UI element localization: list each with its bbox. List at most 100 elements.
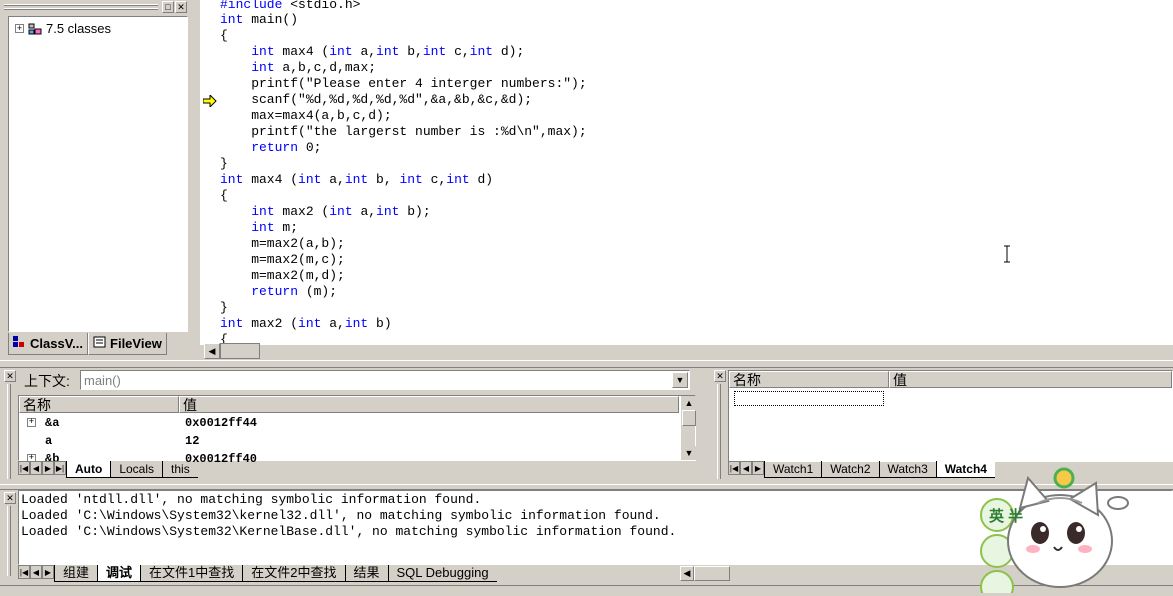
variable-name: &a — [45, 416, 60, 430]
code-line: int max4 (int a,int b,int c,int d); — [251, 44, 525, 59]
tree-item-classes[interactable]: + 7.5 classes — [15, 21, 111, 36]
tab-classview[interactable]: ClassV... — [8, 333, 89, 355]
scroll-thumb[interactable] — [682, 410, 696, 426]
text-cursor-icon — [1003, 245, 1011, 263]
code-line: m=max2(m,c); — [220, 252, 345, 267]
code-line: { — [220, 188, 228, 203]
tab-fileview[interactable]: FileView — [88, 333, 167, 355]
scroll-up-button[interactable]: ▲ — [682, 396, 696, 410]
table-row[interactable]: + &a 0x0012ff44 — [19, 414, 679, 432]
tab-nav-prev[interactable]: ◀ — [30, 461, 42, 475]
code-line: int max4 (int a,int b, int c,int d) — [220, 172, 494, 187]
code-line: int m; — [251, 220, 299, 235]
tab-watch-0[interactable]: Watch1 — [764, 461, 822, 478]
code-line: return (m); — [251, 284, 338, 299]
watch-close-button[interactable]: ✕ — [714, 370, 726, 382]
output-tabs: |◀ ◀ ▶ 组建 调试 在文件1中查找 在文件2中查找 结果 SQL Debugging — [18, 565, 497, 582]
output-close-button[interactable]: ✕ — [4, 492, 16, 504]
editor-gutter[interactable] — [200, 0, 220, 345]
tab-output-4[interactable]: 结果 — [344, 565, 388, 582]
chevron-down-icon[interactable]: ▼ — [672, 372, 688, 388]
variable-value: 0x0012ff44 — [185, 416, 258, 430]
watch-col-header-value[interactable]: 值 — [889, 371, 1172, 388]
editor-horizontal-scrollbar[interactable]: ◀ — [200, 343, 260, 359]
variable-name: a — [45, 434, 53, 448]
classview-tabs: ClassV... FileView — [8, 333, 167, 355]
code-line: m=max2(a,b); — [220, 236, 345, 251]
code-line: int main() — [220, 12, 299, 27]
code-line: max=max4(a,b,c,d); — [220, 108, 392, 123]
out-scroll-left-button[interactable]: ◀ — [680, 566, 694, 581]
class-tree[interactable]: + 7.5 classes — [8, 16, 188, 332]
pane-close-button[interactable]: ✕ — [175, 1, 187, 13]
context-select[interactable]: ▼ — [80, 370, 690, 390]
scroll-down-button[interactable]: ▼ — [682, 446, 696, 460]
current-line-arrow-icon — [202, 93, 217, 109]
tab-nav-next[interactable]: ▶ — [42, 461, 54, 475]
table-row[interactable]: a 12 — [19, 432, 679, 450]
tab-output-5[interactable]: SQL Debugging — [387, 565, 497, 582]
tab-variables-1[interactable]: Locals — [110, 461, 163, 478]
code-line: int max2 (int a,int b); — [251, 204, 431, 219]
scroll-left-button[interactable]: ◀ — [204, 343, 220, 359]
context-label: 上下文: — [24, 373, 70, 389]
code-line: scanf("%d,%d,%d,%d,%d",&a,&b,&c,&d); — [220, 92, 533, 107]
pane-pin-button[interactable]: □ — [162, 1, 174, 13]
code-line: } — [220, 156, 228, 171]
scroll-track[interactable] — [220, 343, 260, 359]
watch-tabs: |◀ ◀ ▶ Watch1 Watch2 Watch3 Watch4 — [728, 461, 995, 478]
tab-variables-0[interactable]: Auto — [66, 461, 111, 478]
watch-tab-nav-next[interactable]: ▶ — [752, 461, 764, 475]
pane-gripper-2[interactable] — [4, 8, 158, 10]
vars-close-button[interactable]: ✕ — [4, 370, 16, 382]
col-header-value[interactable]: 值 — [179, 396, 679, 413]
output-line: Loaded 'C:\Windows\System32\kernel32.dll… — [21, 508, 661, 523]
variables-table[interactable]: 名称 值 + &a 0x0012ff44 a 12 + &b 0x0012ff40 ▲ ▼ — [18, 395, 696, 466]
out-tab-nav-next[interactable]: ▶ — [42, 565, 54, 579]
code-line: printf("Please enter 4 interger numbers:… — [220, 76, 587, 91]
watch-tab-nav-prev[interactable]: ◀ — [740, 461, 752, 475]
col-header-name[interactable]: 名称 — [19, 396, 179, 413]
tree-item-label: 7.5 classes — [46, 21, 112, 36]
mascot-sticker: 英 半 — [978, 463, 1173, 596]
watch-tab-nav-first[interactable]: |◀ — [728, 461, 740, 475]
expand-icon[interactable]: + — [15, 24, 24, 33]
watch-col-header-name[interactable]: 名称 — [729, 371, 889, 388]
tab-output-0[interactable]: 组建 — [54, 565, 98, 582]
output-line: Loaded 'ntdll.dll', no matching symbolic… — [21, 492, 482, 507]
tab-output-1[interactable]: 调试 — [97, 565, 141, 582]
tab-watch-2[interactable]: Watch3 — [878, 461, 936, 478]
context-value: main() — [84, 373, 121, 388]
variables-tabs: |◀ ◀ ▶ ▶| Auto Locals this — [18, 461, 198, 478]
output-line: Loaded 'C:\Windows\System32\KernelBase.d… — [21, 524, 677, 539]
out-scroll-thumb[interactable] — [694, 566, 730, 581]
code-line: { — [220, 28, 228, 43]
code-line: int a,b,c,d,max; — [251, 60, 377, 75]
horizontal-splitter[interactable] — [0, 360, 1173, 368]
watch-gripper[interactable] — [717, 384, 721, 479]
vars-gripper[interactable] — [7, 384, 11, 479]
vars-vertical-scrollbar[interactable]: ▲ ▼ — [681, 396, 696, 460]
tab-nav-first[interactable]: |◀ — [18, 461, 30, 475]
tab-watch-1[interactable]: Watch2 — [821, 461, 879, 478]
code-line: int max2 (int a,int b) — [220, 316, 392, 331]
classes-icon — [28, 23, 42, 35]
code-line: printf("the largerst number is :%d\n",ma… — [220, 124, 587, 139]
tab-variables-2[interactable]: this — [162, 461, 198, 478]
tab-output-2[interactable]: 在文件1中查找 — [140, 565, 243, 582]
code-line: return 0; — [251, 140, 322, 155]
pane-gripper[interactable] — [4, 4, 158, 6]
tab-output-3[interactable]: 在文件2中查找 — [242, 565, 345, 582]
output-gripper[interactable] — [7, 506, 11, 576]
watch-new-entry[interactable] — [734, 391, 884, 406]
watch-table[interactable]: 名称 值 — [728, 370, 1173, 462]
mascot-text: 英 半 — [989, 508, 1024, 525]
fileview-icon — [93, 336, 107, 351]
out-tab-nav-first[interactable]: |◀ — [18, 565, 30, 579]
code-line: m=max2(m,d); — [220, 268, 345, 283]
expand-icon[interactable]: + — [27, 418, 36, 427]
output-hscroll[interactable]: ◀ — [680, 566, 730, 581]
tab-nav-last[interactable]: ▶| — [54, 461, 66, 475]
out-tab-nav-prev[interactable]: ◀ — [30, 565, 42, 579]
classview-icon — [13, 336, 27, 351]
